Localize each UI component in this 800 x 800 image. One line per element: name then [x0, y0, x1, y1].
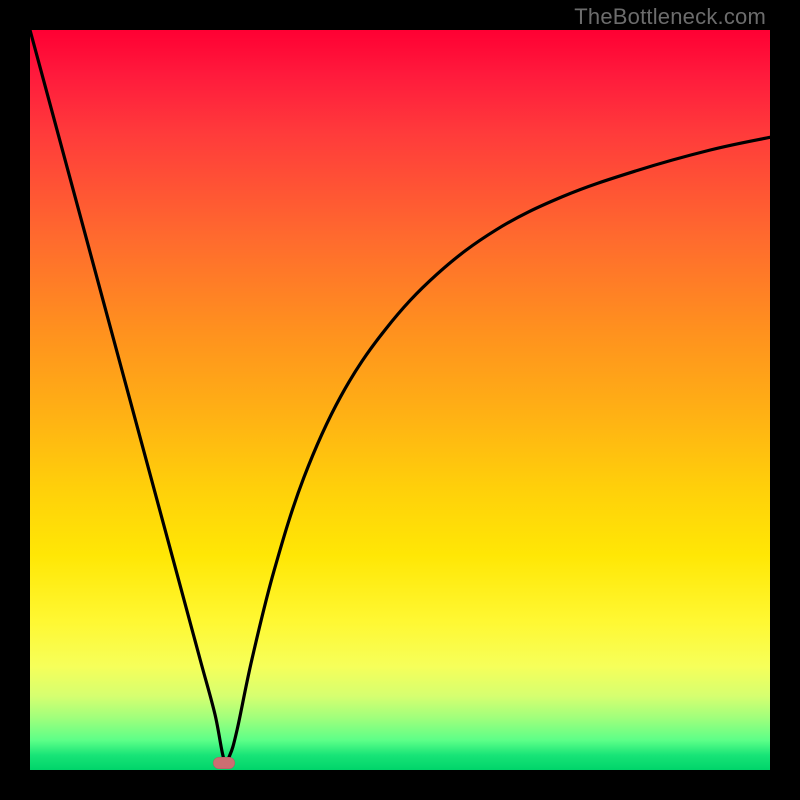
- plot-area: [30, 30, 770, 770]
- optimal-point-marker: [213, 757, 235, 769]
- curve-layer: [30, 30, 770, 770]
- chart-frame: TheBottleneck.com: [0, 0, 800, 800]
- mismatch-curve: [30, 30, 770, 762]
- watermark-label: TheBottleneck.com: [574, 4, 766, 30]
